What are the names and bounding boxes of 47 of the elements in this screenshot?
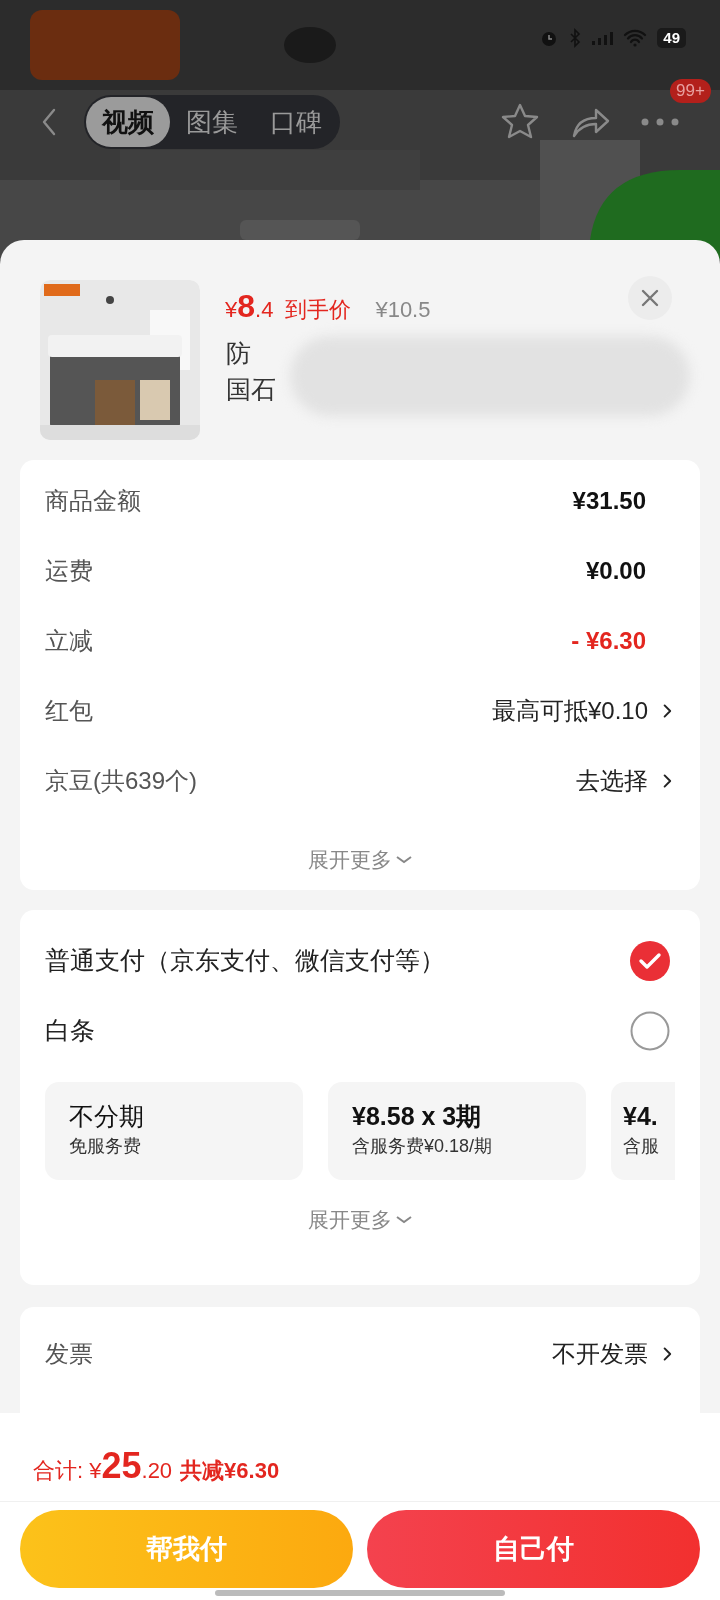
share-icon[interactable] (572, 106, 610, 138)
tab[interactable]: 图集 (170, 97, 254, 147)
row-label: 运费 (45, 556, 93, 586)
row-value[interactable]: 不开发票 (552, 1336, 648, 1372)
row-value[interactable]: 最高可抵¥0.10 (491, 693, 648, 729)
price-label: 到手价 (285, 296, 352, 324)
discount-total: 共减¥6.30 (180, 1457, 280, 1485)
notification-badge: 99+ (670, 79, 711, 103)
payment-option[interactable]: 普通支付（京东支付、微信支付等） (20, 926, 700, 996)
tab[interactable]: 视频 (86, 97, 170, 147)
installment-option[interactable]: ¥8.58 x 3期 含服务费¥0.18/期 (328, 1082, 586, 1180)
radio-checked-icon[interactable] (630, 941, 670, 981)
row-label: 立减 (45, 626, 93, 656)
more-icon[interactable] (640, 117, 680, 127)
product-title: 国石 (226, 374, 276, 405)
chevron-down-icon (396, 856, 412, 864)
original-price: ¥10.5 (375, 296, 431, 324)
installment-option[interactable]: ¥4. 含服 (611, 1082, 675, 1180)
row-value: ¥0.00 (585, 556, 646, 586)
wifi-icon (623, 29, 648, 47)
close-icon[interactable] (641, 289, 659, 307)
row-label: 发票 (45, 1339, 93, 1369)
row-value: - ¥6.30 (571, 626, 646, 656)
row-value: ¥31.50 (572, 486, 646, 516)
radio-unchecked-icon[interactable] (630, 1011, 670, 1051)
price: ¥8.4 (225, 287, 274, 326)
chevron-right-icon[interactable] (662, 1346, 672, 1362)
battery-level: 49 (657, 28, 686, 48)
product-title: 防 (226, 338, 251, 369)
row-label: 红包 (45, 696, 93, 726)
chevron-down-icon (396, 1216, 412, 1224)
chevron-right-icon[interactable] (662, 773, 672, 789)
expand-more-button[interactable]: 展开更多 (20, 1190, 700, 1250)
installment-option[interactable]: 不分期 免服务费 (45, 1082, 303, 1180)
signal-icon (591, 31, 614, 45)
payment-option[interactable]: 白条 (20, 996, 700, 1066)
bluetooth-icon (569, 28, 582, 48)
pay-button[interactable]: 自己付 (367, 1510, 700, 1588)
chevron-right-icon[interactable] (662, 703, 672, 719)
row-label: 商品金额 (45, 486, 141, 516)
expand-more-button[interactable]: 展开更多 (20, 830, 700, 890)
total-price: 合计: ¥25.20 (33, 1444, 173, 1488)
tab[interactable]: 口碑 (254, 97, 338, 147)
back-icon[interactable] (42, 108, 56, 136)
close-button[interactable] (628, 276, 672, 320)
row-value[interactable]: 去选择 (576, 763, 648, 799)
row-label: 京豆(共639个) (45, 766, 198, 796)
